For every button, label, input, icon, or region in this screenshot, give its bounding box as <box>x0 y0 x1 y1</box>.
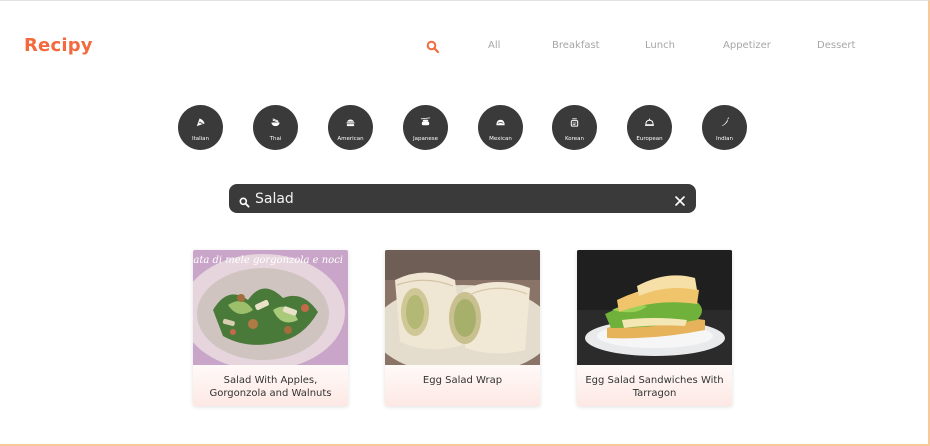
sandwich-photo <box>577 250 732 365</box>
cuisine-label: European <box>636 136 663 142</box>
noodle-bowl-icon <box>270 113 281 132</box>
card-body: Egg Salad Sandwiches With Tarragon <box>577 365 732 406</box>
close-icon[interactable] <box>674 192 686 206</box>
card-body: Egg Salad Wrap <box>385 365 540 406</box>
cuisine-label: Japanese <box>413 136 438 142</box>
kimchi-icon <box>569 113 580 132</box>
cuisine-list: Italian Thai American Japanese Mexican K… <box>0 105 930 151</box>
cuisine-label: American <box>337 136 364 142</box>
top-nav: All Breakfast Lunch Appetizer Dessert <box>0 37 930 57</box>
wrap-photo <box>385 250 540 365</box>
nav-item-dessert[interactable]: Dessert <box>817 40 855 51</box>
recipe-card[interactable]: Egg Salad Sandwiches With Tarragon <box>577 250 732 406</box>
cuisine-indian[interactable]: Indian <box>702 105 747 150</box>
sushi-icon <box>420 113 431 132</box>
recipe-title: Egg Salad Wrap <box>422 375 503 386</box>
recipe-title: Salad With Apples, Gorgonzola and Walnut… <box>209 375 332 399</box>
cuisine-label: Indian <box>716 136 733 142</box>
cuisine-mexican[interactable]: Mexican <box>478 105 523 150</box>
pizza-icon <box>195 113 206 132</box>
nav-item-appetizer[interactable]: Appetizer <box>723 40 771 51</box>
nav-item-lunch[interactable]: Lunch <box>645 40 675 51</box>
cuisine-label: Korean <box>564 136 585 142</box>
cuisine-label: Mexican <box>489 136 512 142</box>
search-icon <box>239 193 250 208</box>
app-frame: Recipy All Breakfast Lunch Appetizer Des… <box>0 0 930 446</box>
recipe-card[interactable]: Egg Salad Wrap <box>385 250 540 406</box>
cloche-icon <box>644 113 655 132</box>
photo-overlay-text: Insalata di mele gorgonzola e noci <box>193 255 343 266</box>
search-input[interactable] <box>255 188 655 209</box>
cuisine-korean[interactable]: Korean <box>552 105 597 150</box>
salad-photo: Insalata di mele gorgonzola e noci <box>193 250 348 365</box>
card-body: Salad With Apples, Gorgonzola and Walnut… <box>193 365 348 406</box>
taco-icon <box>495 113 506 132</box>
cuisine-label: Thai <box>269 136 282 142</box>
search-bar <box>229 184 696 213</box>
search-icon[interactable] <box>426 39 440 54</box>
chili-icon <box>719 113 730 132</box>
nav-item-breakfast[interactable]: Breakfast <box>552 40 600 51</box>
cuisine-italian[interactable]: Italian <box>178 105 223 150</box>
cuisine-european[interactable]: European <box>627 105 672 150</box>
cuisine-japanese[interactable]: Japanese <box>403 105 448 150</box>
recipe-card[interactable]: Insalata di mele gorgonzola e noci Salad… <box>193 250 348 406</box>
cuisine-label: Italian <box>191 136 210 142</box>
nav-item-all[interactable]: All <box>488 40 500 51</box>
cuisine-thai[interactable]: Thai <box>253 105 298 150</box>
cuisine-american[interactable]: American <box>328 105 373 150</box>
recipe-title: Egg Salad Sandwiches With Tarragon <box>585 375 724 399</box>
burger-icon <box>345 113 356 132</box>
